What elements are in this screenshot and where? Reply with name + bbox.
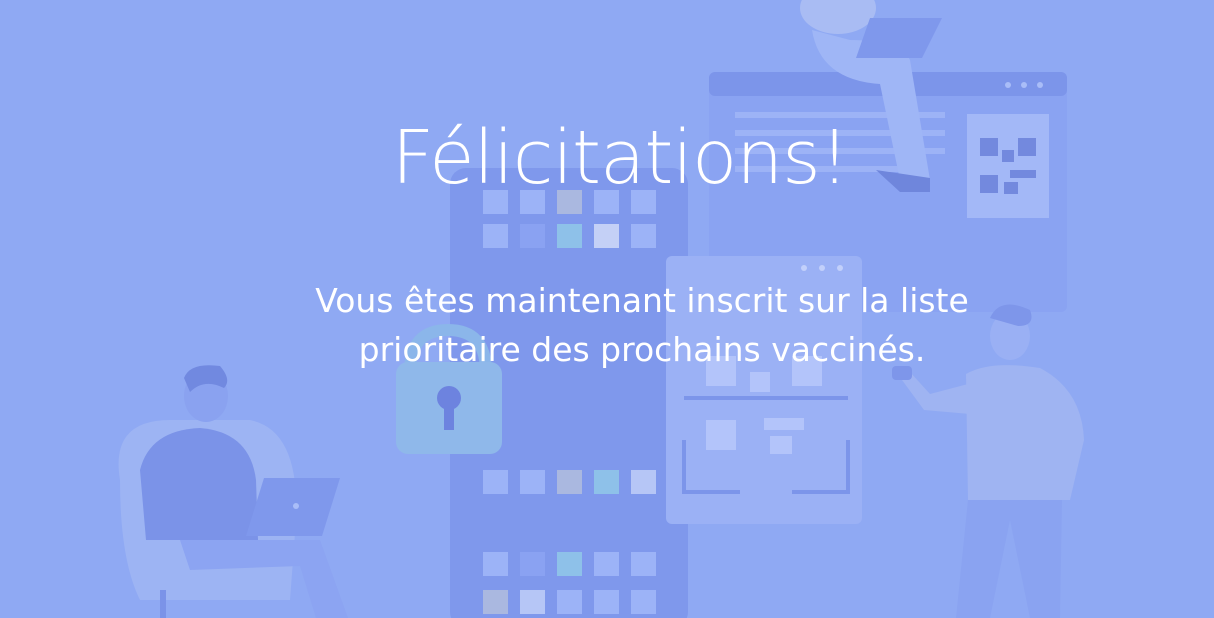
congratulations-screen: Félicitations! Vous êtes maintenant insc… <box>0 0 1214 618</box>
registration-message: Vous êtes maintenant inscrit sur la list… <box>0 276 1214 374</box>
congratulations-title: Félicitations! <box>391 115 850 201</box>
person-sitting-chair-icon <box>118 365 348 618</box>
message-line-1: Vous êtes maintenant inscrit sur la list… <box>315 281 969 320</box>
message-line-2: prioritaire des prochains vaccinés. <box>358 330 926 369</box>
